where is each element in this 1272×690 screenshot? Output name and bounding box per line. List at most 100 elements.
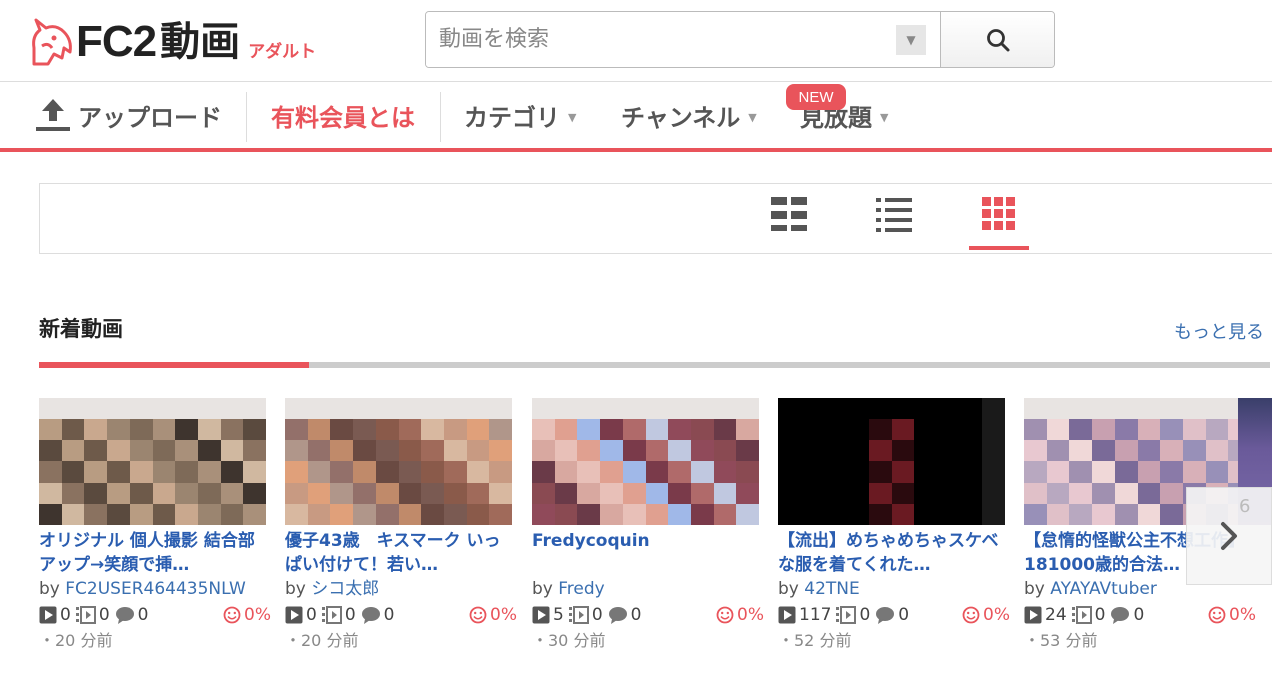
video-thumbnail[interactable] xyxy=(532,398,759,525)
comment-icon xyxy=(115,607,134,624)
author-link[interactable]: FC2USER464435NLW xyxy=(65,579,246,599)
nav-channel-label: チャンネル xyxy=(621,103,741,132)
video-author-line: by Fredy xyxy=(532,577,766,601)
main-nav: アップロード 有料会員とは カテゴリ ▼ チャンネル ▼ 見放題 ▼ xyxy=(0,82,1272,152)
video-time: ・52 分前 xyxy=(778,631,852,650)
play-count-icon xyxy=(532,606,550,624)
new-badge: NEW xyxy=(786,84,846,110)
video-title[interactable]: オリジナル 個人撮影 結合部アップ→笑顔で挿… xyxy=(39,529,261,577)
nav-category-label: カテゴリ xyxy=(464,103,560,132)
comment-count: 0 xyxy=(1133,605,1145,625)
search-bar: ▼ xyxy=(425,11,1055,68)
video-stats: 0 0 0 0% xyxy=(39,603,271,627)
nav-premium[interactable]: 有料会員とは xyxy=(271,82,415,148)
comment-count: 0 xyxy=(137,605,149,625)
play-count-icon xyxy=(285,606,303,624)
site-header: FC2 動画 アダルト ▼ xyxy=(0,0,1272,82)
nav-upload[interactable]: アップロード xyxy=(34,82,222,148)
section-title: 新着動画 xyxy=(39,317,123,341)
rating-value: 0% xyxy=(983,605,1010,625)
search-input[interactable] xyxy=(426,12,896,67)
rating-value: 0% xyxy=(737,605,764,625)
video-card[interactable]: 【流出】めちゃめちゃスケベな服を着てくれた… by 42TNE 117 0 0 0% ・52… xyxy=(778,398,1012,653)
author-link[interactable]: Fredy xyxy=(558,579,604,599)
by-label: by xyxy=(285,579,312,599)
video-card[interactable]: オリジナル 個人撮影 結合部アップ→笑顔で挿… by FC2USER464435N… xyxy=(39,398,273,653)
video-stats: 24 0 0 0% xyxy=(1024,603,1256,627)
rating: 0% xyxy=(469,603,517,627)
by-label: by xyxy=(1024,579,1051,599)
playlist-icon xyxy=(836,606,857,624)
video-author-line: by シコ太郎 xyxy=(285,577,519,601)
video-time: ・20 分前 xyxy=(39,631,113,650)
more-link[interactable]: もっと見る xyxy=(1174,318,1264,344)
by-label: by xyxy=(532,579,559,599)
author-link[interactable]: AYAYAVtuber xyxy=(1050,579,1157,599)
view-mode-bar xyxy=(39,183,1272,254)
video-card[interactable]: 優子43歳 キスマーク いっぱい付けて！若い… by シコ太郎 0 0 0 0% ・20 分… xyxy=(285,398,519,653)
video-time: ・53 分前 xyxy=(1024,631,1098,650)
playlist-icon xyxy=(568,606,589,624)
search-button[interactable] xyxy=(940,12,1054,67)
play-count: 117 xyxy=(799,605,832,625)
nav-category[interactable]: カテゴリ ▼ xyxy=(464,82,576,148)
video-author-line: by 42TNE xyxy=(778,577,1012,601)
triangle-down-icon: ▼ xyxy=(906,33,916,47)
smile-icon xyxy=(716,606,734,624)
rating: 0% xyxy=(223,603,271,627)
list-icon xyxy=(876,198,912,232)
nav-premium-label: 有料会員とは xyxy=(271,103,415,132)
comment-icon xyxy=(1111,607,1130,624)
nav-channel[interactable]: チャンネル ▼ xyxy=(621,82,757,148)
comment-count: 0 xyxy=(383,605,395,625)
rating: 0% xyxy=(716,603,764,627)
author-link[interactable]: 42TNE xyxy=(804,579,859,599)
comment-icon xyxy=(361,607,380,624)
logo-adult-text: アダルト xyxy=(248,42,317,62)
video-card[interactable]: Fredycoquin by Fredy 5 0 0 0% ・30 分前 xyxy=(532,398,766,653)
smile-icon xyxy=(469,606,487,624)
by-label: by xyxy=(778,579,805,599)
video-thumbnail[interactable] xyxy=(778,398,1005,525)
search-icon xyxy=(986,28,1009,51)
video-title[interactable]: Fredycoquin xyxy=(532,529,754,577)
view-list-button[interactable] xyxy=(864,194,924,250)
comment-count: 0 xyxy=(898,605,910,625)
view-grid-large-button[interactable] xyxy=(759,194,819,250)
smile-icon xyxy=(223,606,241,624)
nav-upload-label: アップロード xyxy=(78,103,222,132)
video-stats: 0 0 0 0% xyxy=(285,603,517,627)
view-grid-small-button[interactable] xyxy=(969,194,1029,250)
video-thumbnail[interactable] xyxy=(39,398,266,525)
video-stats: 117 0 0 0% xyxy=(778,603,1010,627)
caret-down-icon: ▼ xyxy=(568,110,577,124)
logo-fc2-text: FC2 xyxy=(76,17,157,66)
search-options-dropdown[interactable]: ▼ xyxy=(896,25,926,55)
author-link[interactable]: シコ太郎 xyxy=(311,579,379,599)
rating-value: 0% xyxy=(244,605,271,625)
caret-down-icon: ▼ xyxy=(748,110,757,124)
site-logo[interactable]: FC2 動画 アダルト xyxy=(28,14,316,66)
playlist-icon xyxy=(75,606,96,624)
playlist-count: 0 xyxy=(98,605,110,625)
video-time: ・30 分前 xyxy=(532,631,606,650)
caret-down-icon: ▼ xyxy=(880,110,889,124)
video-title[interactable]: 優子43歳 キスマーク いっぱい付けて！若い… xyxy=(285,529,507,577)
playlist-icon xyxy=(1071,606,1092,624)
section-progress-fill xyxy=(39,362,309,368)
section-progress-bar xyxy=(39,362,1270,368)
video-thumbnail[interactable] xyxy=(285,398,512,525)
play-count: 0 xyxy=(306,605,317,625)
smile-icon xyxy=(962,606,980,624)
rating-value: 0% xyxy=(490,605,517,625)
play-count-icon xyxy=(778,606,796,624)
carousel-next-button[interactable]: 6 xyxy=(1186,487,1272,585)
grid-small-icon xyxy=(982,197,1015,230)
upload-icon xyxy=(36,99,70,131)
video-title[interactable]: 【流出】めちゃめちゃスケベな服を着てくれた… xyxy=(778,529,1000,577)
play-count: 24 xyxy=(1045,605,1067,625)
comment-icon xyxy=(608,607,627,624)
playlist-count: 0 xyxy=(1094,605,1106,625)
video-time: ・20 分前 xyxy=(285,631,359,650)
playlist-icon xyxy=(321,606,342,624)
